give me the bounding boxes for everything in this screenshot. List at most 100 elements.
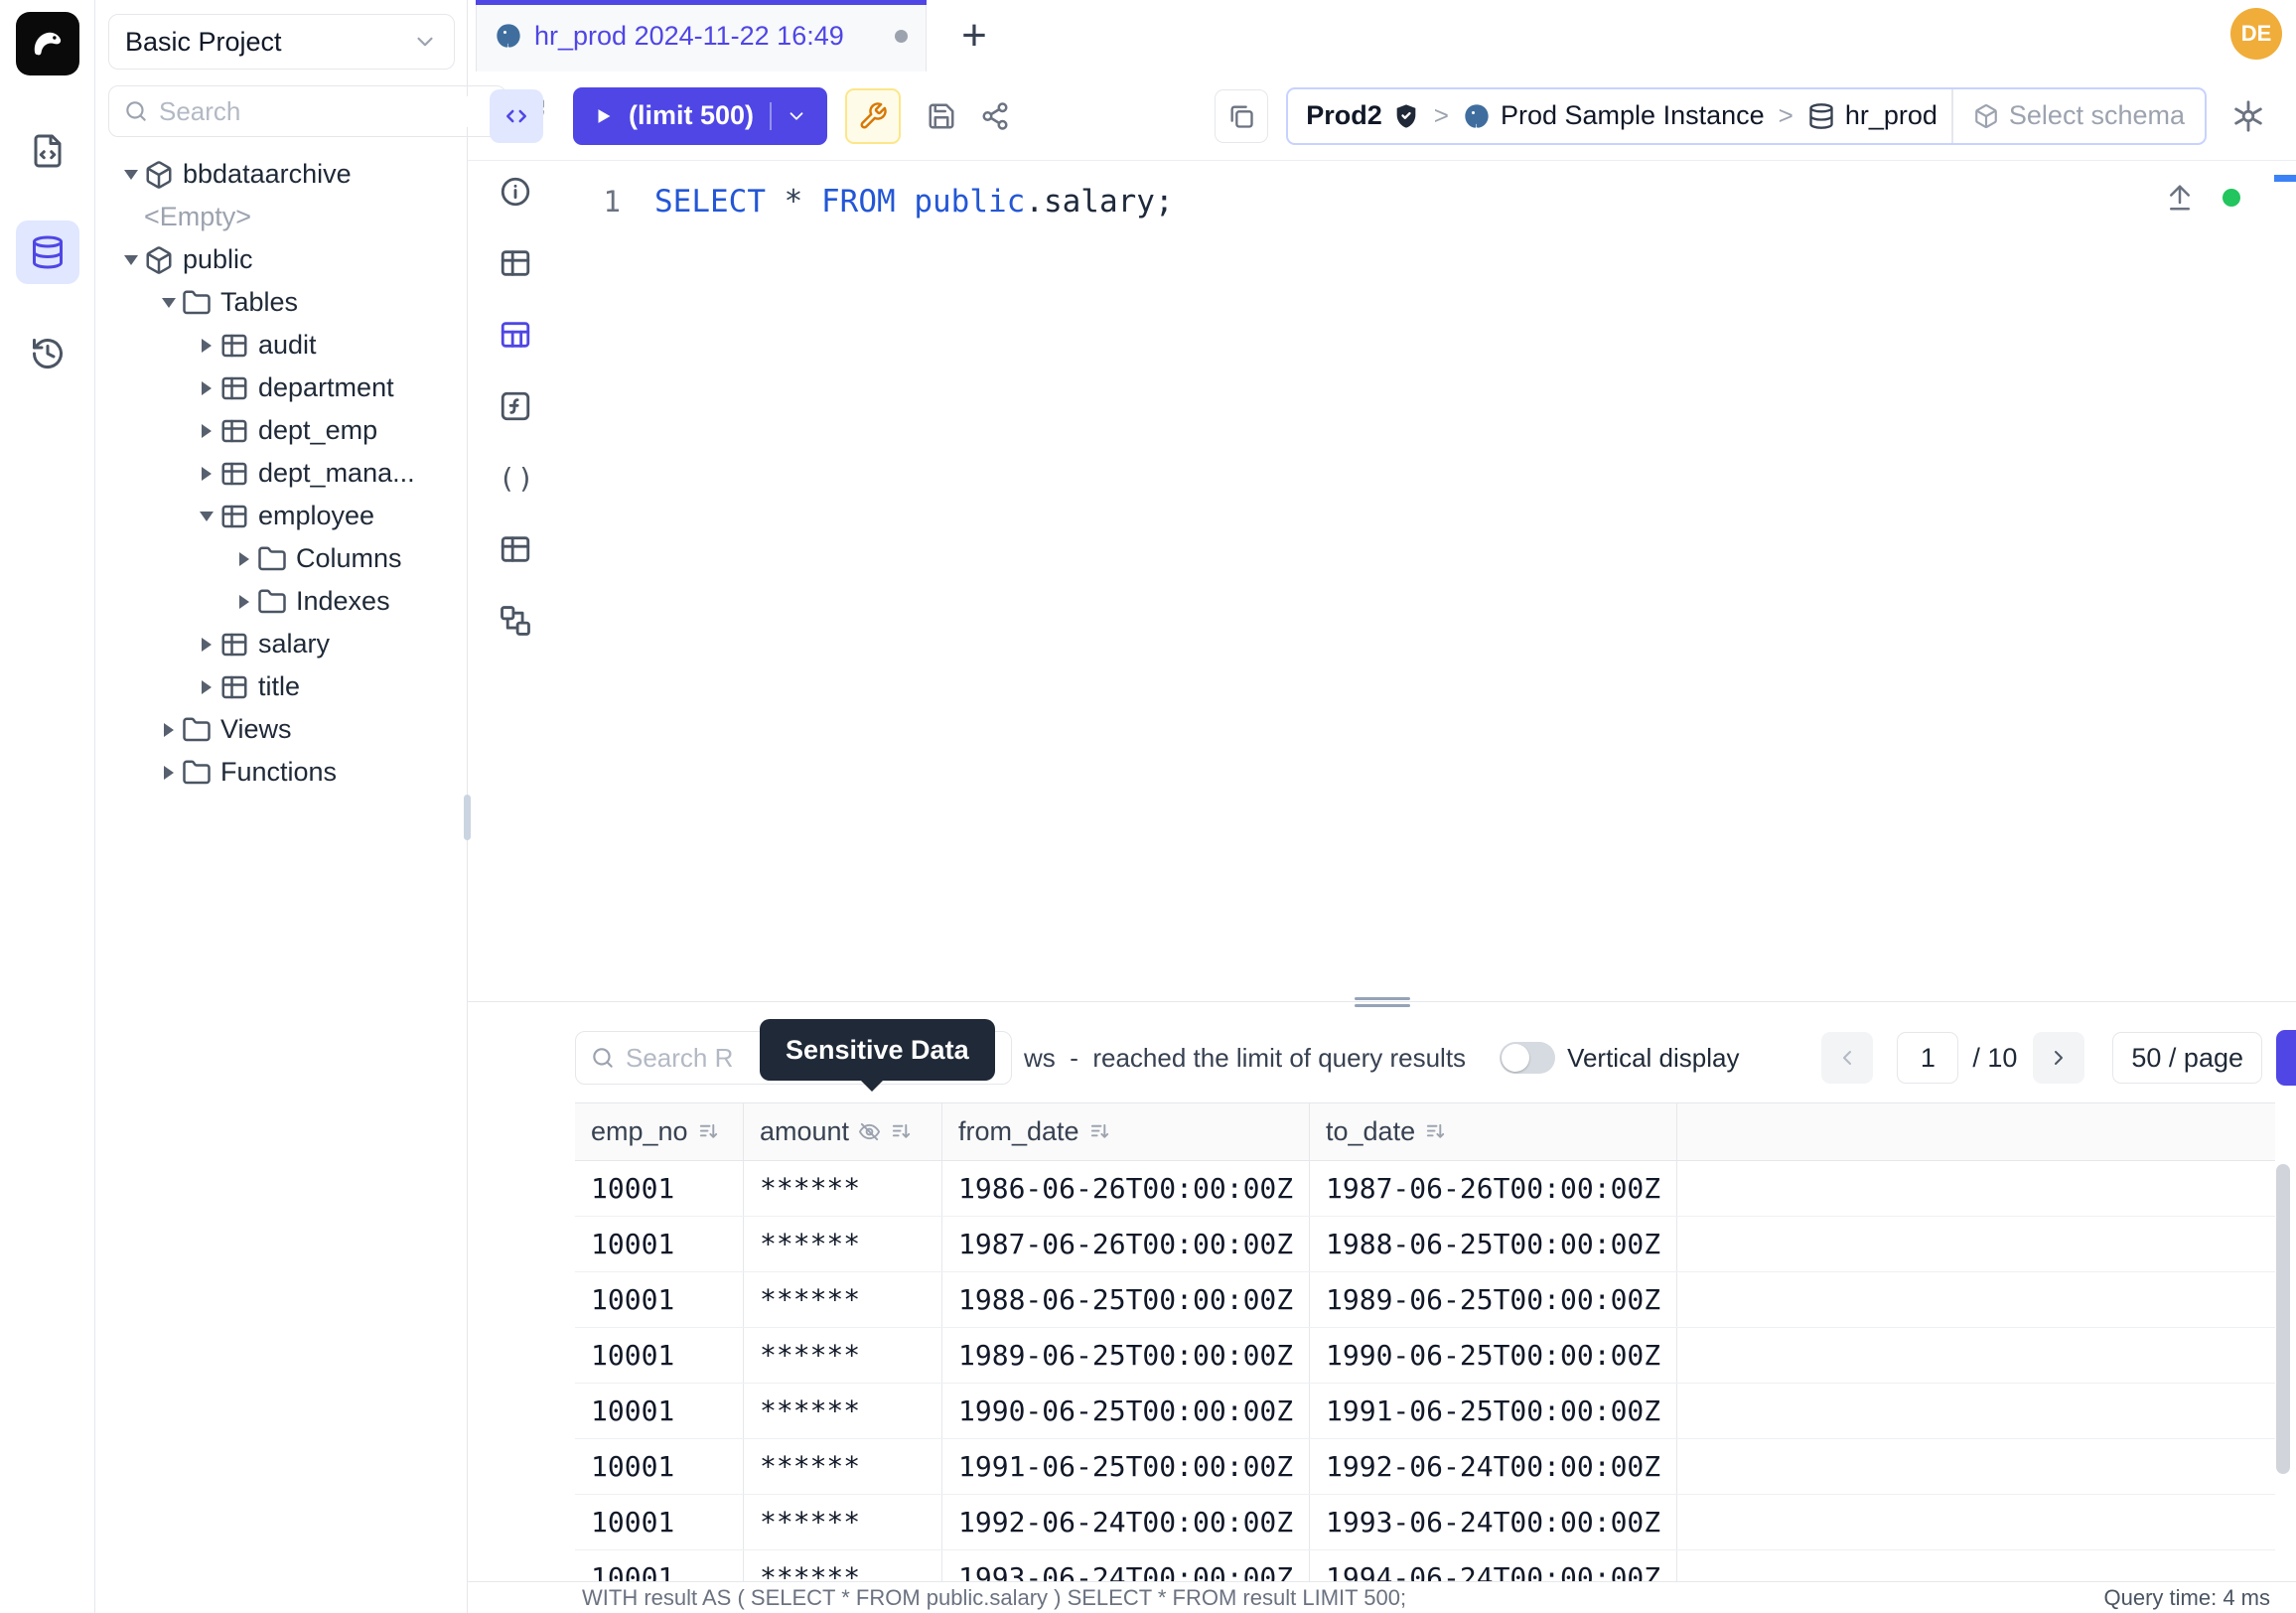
- column-header-amount[interactable]: amount: [744, 1103, 942, 1160]
- avatar[interactable]: DE: [2230, 8, 2282, 60]
- tree-item-public[interactable]: public: [108, 238, 455, 281]
- result-row[interactable]: 10001******1987-06-26T00:00:00Z1988-06-2…: [575, 1217, 2275, 1272]
- edge-panel-button[interactable]: [2276, 1030, 2296, 1086]
- caret-down-icon[interactable]: [156, 298, 182, 308]
- cell-amount[interactable]: ******: [744, 1550, 942, 1581]
- caret-right-icon[interactable]: [194, 424, 219, 438]
- export-icon[interactable]: [2165, 183, 2195, 213]
- tree-item-bbdataarchive[interactable]: bbdataarchive: [108, 153, 455, 196]
- info-icon[interactable]: [499, 175, 532, 209]
- caret-right-icon[interactable]: [194, 638, 219, 652]
- cell-emp-no[interactable]: 10001: [575, 1439, 744, 1494]
- caret-right-icon[interactable]: [194, 381, 219, 395]
- tree-item-audit[interactable]: audit: [108, 324, 455, 367]
- tree-item-indexes[interactable]: Indexes: [108, 580, 455, 623]
- sidebar-resize-handle[interactable]: [464, 795, 471, 840]
- cell-to-date[interactable]: 1989-06-25T00:00:00Z: [1310, 1272, 1677, 1327]
- caret-down-icon[interactable]: [194, 512, 219, 521]
- caret-right-icon[interactable]: [156, 766, 182, 780]
- cell-amount[interactable]: ******: [744, 1217, 942, 1271]
- code-line[interactable]: 1 SELECT * FROM public.salary;: [563, 179, 2296, 224]
- cell-to-date[interactable]: 1987-06-26T00:00:00Z: [1310, 1161, 1677, 1216]
- cell-amount[interactable]: ******: [744, 1272, 942, 1327]
- result-row[interactable]: 10001******1989-06-25T00:00:00Z1990-06-2…: [575, 1328, 2275, 1384]
- share-button[interactable]: [972, 93, 1018, 139]
- database-segment[interactable]: hr_prod: [1794, 100, 1951, 131]
- procedure-icon[interactable]: (): [499, 461, 532, 495]
- cell-emp-no[interactable]: 10001: [575, 1495, 744, 1549]
- tree-item-functions[interactable]: Functions: [108, 751, 455, 794]
- worksheet-tab[interactable]: hr_prod 2024-11-22 16:49: [476, 0, 927, 72]
- environment-segment[interactable]: Prod2: [1288, 100, 1434, 131]
- caret-right-icon[interactable]: [194, 680, 219, 694]
- ai-assistant-button[interactable]: [2223, 90, 2274, 142]
- sql-editor[interactable]: 1 SELECT * FROM public.salary;: [563, 161, 2296, 1001]
- connection-breadcrumb[interactable]: Prod2 > Prod Sample Instance >: [1286, 87, 2207, 145]
- admin-mode-button[interactable]: [845, 88, 901, 144]
- tables-icon[interactable]: [499, 246, 532, 280]
- editor-scroll-indicator[interactable]: [2274, 175, 2296, 182]
- cell-emp-no[interactable]: 10001: [575, 1384, 744, 1438]
- cell-emp-no[interactable]: 10001: [575, 1272, 744, 1327]
- page-size-select[interactable]: 50 / page: [2112, 1032, 2262, 1084]
- column-header-emp-no[interactable]: emp_no: [575, 1103, 744, 1160]
- format-button[interactable]: [1215, 89, 1268, 143]
- result-row[interactable]: 10001******1990-06-25T00:00:00Z1991-06-2…: [575, 1384, 2275, 1439]
- caret-right-icon[interactable]: [156, 723, 182, 737]
- tree-item-tables[interactable]: Tables: [108, 281, 455, 324]
- caret-down-icon[interactable]: [118, 170, 144, 180]
- schema-diagram-icon[interactable]: [499, 604, 532, 638]
- splitter-handle-icon[interactable]: [1355, 993, 1410, 1011]
- tree-item-empty[interactable]: <Empty>: [108, 196, 455, 238]
- cell-from-date[interactable]: 1991-06-25T00:00:00Z: [942, 1439, 1310, 1494]
- column-header-from-date[interactable]: from_date: [942, 1103, 1310, 1160]
- cell-from-date[interactable]: 1988-06-25T00:00:00Z: [942, 1272, 1310, 1327]
- cell-emp-no[interactable]: 10001: [575, 1328, 744, 1383]
- result-row[interactable]: 10001******1993-06-24T00:00:00Z1994-06-2…: [575, 1550, 2275, 1581]
- bytebase-logo[interactable]: [16, 12, 79, 75]
- schema-selector[interactable]: Select schema: [1951, 89, 2205, 143]
- tree-item-title[interactable]: title: [108, 665, 455, 708]
- next-page-button[interactable]: [2033, 1032, 2084, 1084]
- tree-item-employee[interactable]: employee: [108, 495, 455, 537]
- cell-emp-no[interactable]: 10001: [575, 1161, 744, 1216]
- cell-amount[interactable]: ******: [744, 1328, 942, 1383]
- cell-emp-no[interactable]: 10001: [575, 1550, 744, 1581]
- page-number-input[interactable]: [1897, 1032, 1958, 1084]
- database-icon[interactable]: [16, 220, 79, 284]
- cell-amount[interactable]: ******: [744, 1161, 942, 1216]
- cell-from-date[interactable]: 1993-06-24T00:00:00Z: [942, 1550, 1310, 1581]
- panel-splitter[interactable]: [468, 1001, 2296, 1013]
- tree-item-department[interactable]: department: [108, 367, 455, 409]
- cell-to-date[interactable]: 1994-06-24T00:00:00Z: [1310, 1550, 1677, 1581]
- function-icon[interactable]: [499, 389, 532, 423]
- caret-right-icon[interactable]: [194, 467, 219, 481]
- project-selector[interactable]: Basic Project: [108, 14, 455, 70]
- cell-to-date[interactable]: 1992-06-24T00:00:00Z: [1310, 1439, 1677, 1494]
- result-row[interactable]: 10001******1992-06-24T00:00:00Z1993-06-2…: [575, 1495, 2275, 1550]
- cell-from-date[interactable]: 1987-06-26T00:00:00Z: [942, 1217, 1310, 1271]
- prev-page-button[interactable]: [1821, 1032, 1873, 1084]
- result-row[interactable]: 10001******1988-06-25T00:00:00Z1989-06-2…: [575, 1272, 2275, 1328]
- cell-from-date[interactable]: 1990-06-25T00:00:00Z: [942, 1384, 1310, 1438]
- history-icon[interactable]: [16, 322, 79, 385]
- cell-from-date[interactable]: 1986-06-26T00:00:00Z: [942, 1161, 1310, 1216]
- chevron-down-icon[interactable]: [786, 105, 807, 127]
- cell-to-date[interactable]: 1993-06-24T00:00:00Z: [1310, 1495, 1677, 1549]
- cell-amount[interactable]: ******: [744, 1495, 942, 1549]
- tree-item-columns[interactable]: Columns: [108, 537, 455, 580]
- cell-to-date[interactable]: 1988-06-25T00:00:00Z: [1310, 1217, 1677, 1271]
- result-row[interactable]: 10001******1986-06-26T00:00:00Z1987-06-2…: [575, 1161, 2275, 1217]
- instance-segment[interactable]: Prod Sample Instance: [1449, 100, 1779, 131]
- new-tab-button[interactable]: +: [950, 12, 998, 60]
- caret-down-icon[interactable]: [118, 255, 144, 265]
- run-query-button[interactable]: (limit 500): [573, 87, 827, 145]
- cell-to-date[interactable]: 1991-06-25T00:00:00Z: [1310, 1384, 1677, 1438]
- caret-right-icon[interactable]: [231, 552, 257, 566]
- caret-right-icon[interactable]: [231, 595, 257, 609]
- cell-from-date[interactable]: 1989-06-25T00:00:00Z: [942, 1328, 1310, 1383]
- sidebar-search[interactable]: [108, 85, 506, 137]
- tree-item-dept-mana[interactable]: dept_mana...: [108, 452, 455, 495]
- tree-item-salary[interactable]: salary: [108, 623, 455, 665]
- code-panel-toggle[interactable]: [490, 89, 543, 143]
